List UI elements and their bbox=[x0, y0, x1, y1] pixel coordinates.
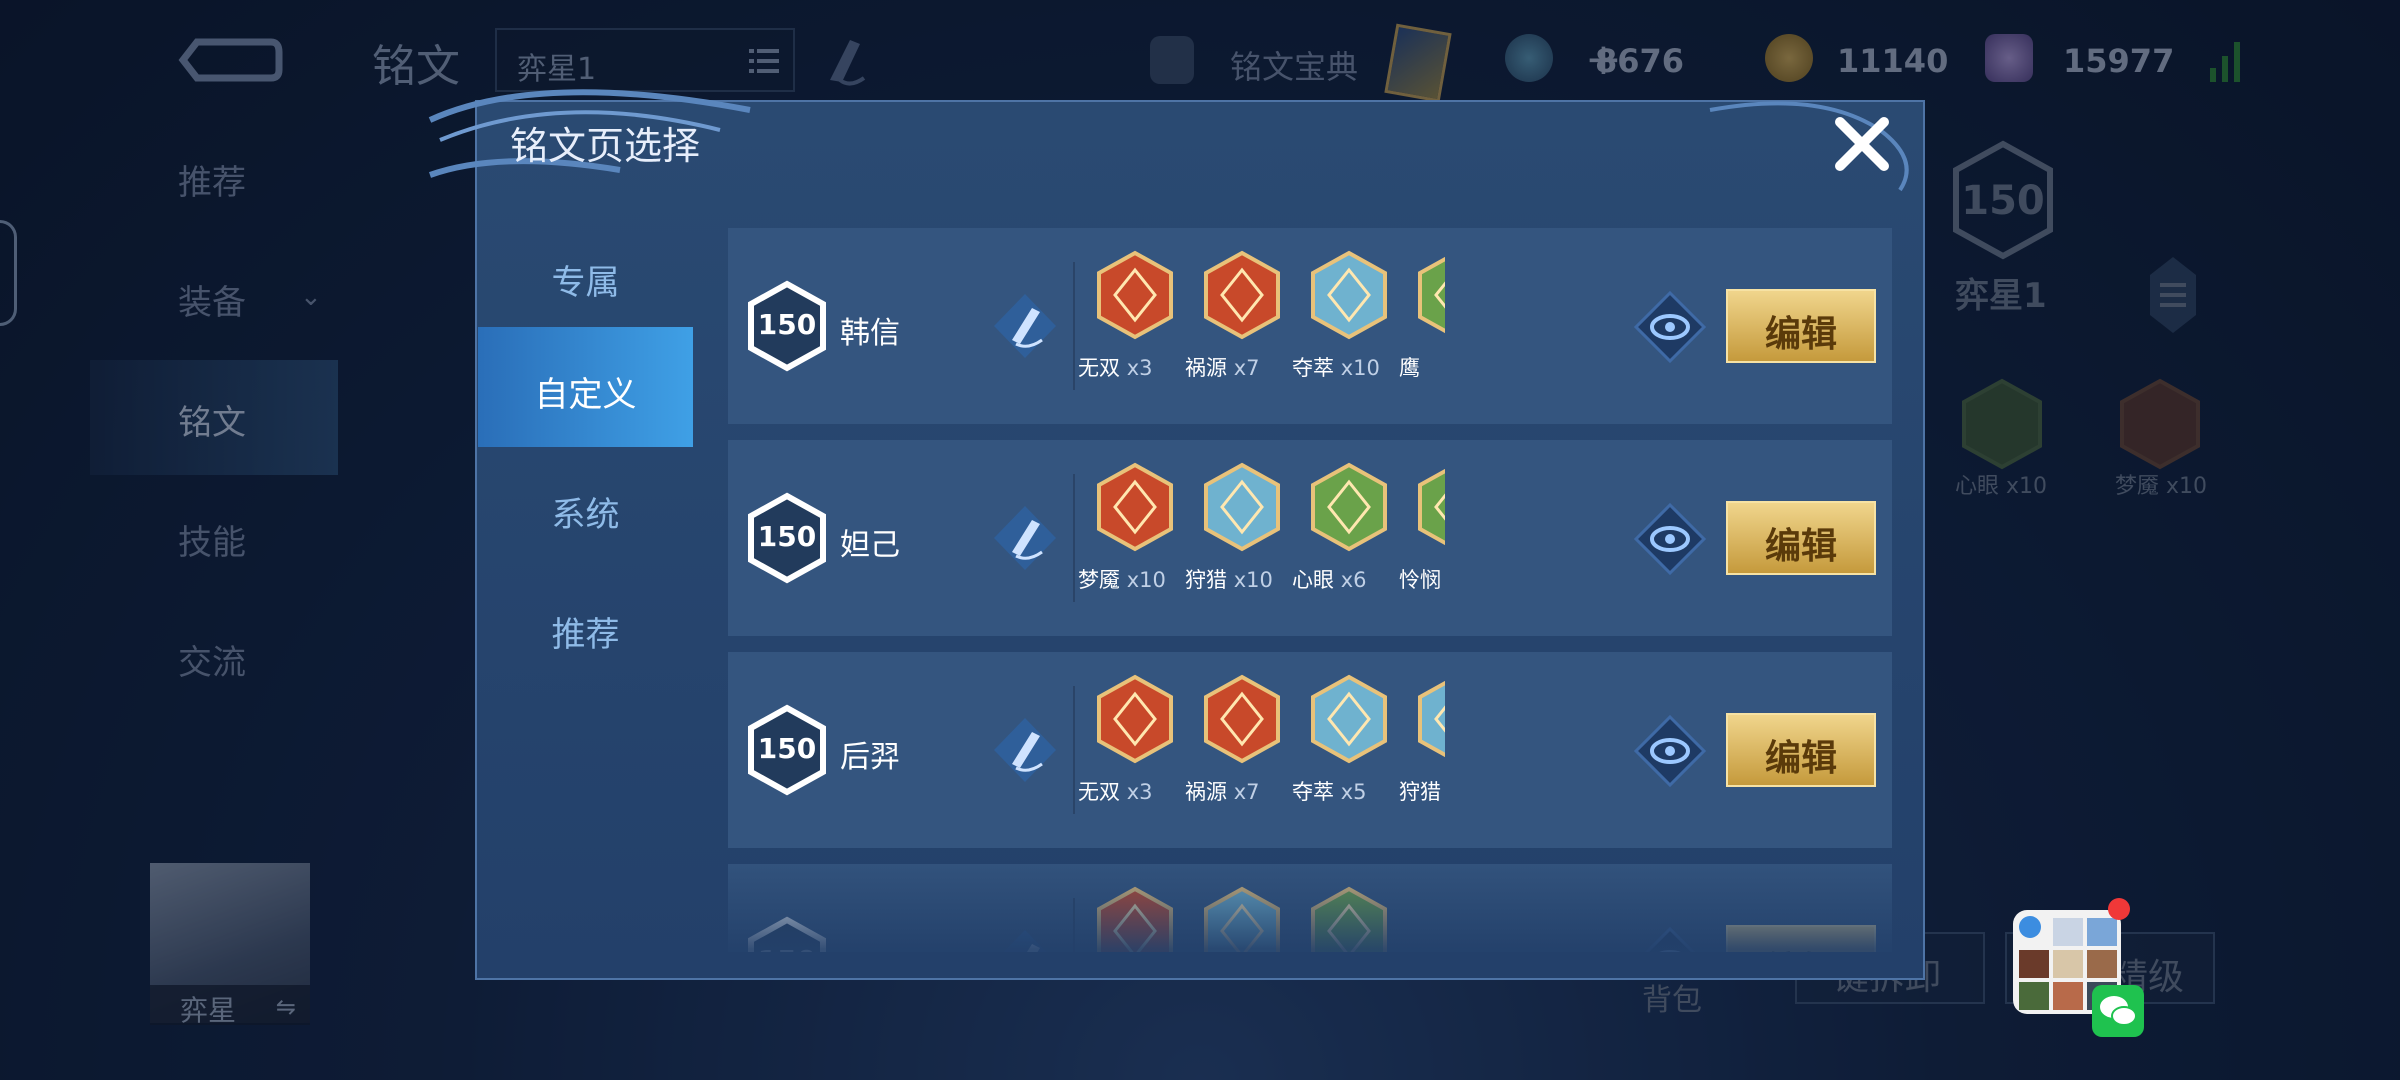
tab-label: 推荐 bbox=[551, 615, 620, 655]
rune-icon bbox=[1311, 674, 1387, 764]
rune-page-row[interactable]: 150 后羿 无双 x3 祸源 x7 夺萃 x5 狩猎 编辑 bbox=[728, 652, 1892, 848]
rune-count: x10 bbox=[1340, 356, 1380, 380]
dialog-tabs: 专属 自定义 系统 推荐 bbox=[478, 215, 693, 975]
rune-label: 鹰 bbox=[1399, 352, 1445, 382]
notification-dot bbox=[2108, 898, 2130, 920]
rune-name: 心眼 bbox=[1292, 568, 1334, 592]
rune-icon bbox=[1097, 250, 1173, 340]
dialog-title: 铭文页选择 bbox=[510, 124, 701, 168]
rune-item[interactable]: 无双 x3 bbox=[1078, 250, 1188, 400]
row-divider bbox=[1073, 262, 1075, 390]
edit-button[interactable]: 编辑 bbox=[1726, 289, 1876, 363]
level-value: 150 bbox=[757, 520, 817, 553]
list-fade bbox=[728, 850, 1892, 960]
rune-name: 夺萃 bbox=[1292, 780, 1334, 804]
rune-name: 祸源 bbox=[1185, 356, 1227, 380]
rune-icon bbox=[1418, 680, 1445, 758]
brush-icon[interactable] bbox=[990, 714, 1060, 786]
rune-count: x10 bbox=[1126, 568, 1166, 592]
level-badge: 150 bbox=[746, 492, 828, 584]
tab-label: 系统 bbox=[551, 495, 620, 535]
rune-icon bbox=[1418, 256, 1445, 334]
tab-system[interactable]: 系统 bbox=[478, 447, 693, 567]
row-divider bbox=[1073, 686, 1075, 814]
rune-name: 怜悯 bbox=[1399, 568, 1441, 592]
rune-name: 梦魇 bbox=[1078, 568, 1120, 592]
rune-item[interactable]: 心眼 x6 bbox=[1292, 462, 1402, 612]
level-badge: 150 bbox=[746, 280, 828, 372]
rune-count: x10 bbox=[1233, 568, 1273, 592]
rune-count: x6 bbox=[1340, 568, 1367, 592]
rune-item[interactable]: 狩猎 x10 bbox=[1185, 462, 1295, 612]
edit-label: 编辑 bbox=[1764, 738, 1837, 779]
rune-label: 狩猎 bbox=[1399, 776, 1445, 806]
rune-icon bbox=[1311, 250, 1387, 340]
level-value: 150 bbox=[757, 732, 817, 765]
level-value: 150 bbox=[757, 308, 817, 341]
rune-item[interactable]: 无双 x3 bbox=[1078, 674, 1188, 824]
edit-button[interactable]: 编辑 bbox=[1726, 713, 1876, 787]
rune-item[interactable]: 夺萃 x5 bbox=[1292, 674, 1402, 824]
rune-count: x5 bbox=[1340, 780, 1367, 804]
rune-icon bbox=[1097, 674, 1173, 764]
rune-name: 狩猎 bbox=[1185, 568, 1227, 592]
rune-item[interactable]: 狩猎 bbox=[1399, 674, 1445, 824]
tab-label: 专属 bbox=[551, 263, 620, 303]
tab-exclusive[interactable]: 专属 bbox=[478, 215, 693, 335]
eye-icon[interactable] bbox=[1633, 502, 1707, 576]
rune-item[interactable]: 祸源 x7 bbox=[1185, 674, 1295, 824]
brush-icon[interactable] bbox=[990, 290, 1060, 362]
corner-ornament bbox=[1709, 101, 1909, 192]
hero-name: 后羿 bbox=[840, 740, 900, 775]
edit-label: 编辑 bbox=[1764, 314, 1837, 355]
rune-page-row[interactable]: 150 韩信 无双 x3 祸源 x7 夺萃 x10 鹰 编辑 bbox=[728, 228, 1892, 424]
rune-list: 无双 x3 祸源 x7 夺萃 x5 狩猎 bbox=[1078, 674, 1445, 824]
rune-label: 怜悯 bbox=[1399, 564, 1445, 594]
tab-custom[interactable]: 自定义 bbox=[478, 327, 693, 447]
close-button[interactable] bbox=[1830, 112, 1894, 176]
rune-list: 无双 x3 祸源 x7 夺萃 x10 鹰 bbox=[1078, 250, 1445, 400]
rune-item[interactable]: 梦魇 x10 bbox=[1078, 462, 1188, 612]
tab-label: 自定义 bbox=[534, 375, 637, 415]
eye-icon[interactable] bbox=[1633, 290, 1707, 364]
eye-icon[interactable] bbox=[1633, 714, 1707, 788]
rune-item[interactable]: 怜悯 bbox=[1399, 462, 1445, 612]
close-icon bbox=[1835, 117, 1889, 171]
wechat-icon[interactable] bbox=[2092, 985, 2144, 1037]
level-badge: 150 bbox=[746, 704, 828, 796]
rune-icon bbox=[1311, 462, 1387, 552]
rune-item[interactable]: 祸源 x7 bbox=[1185, 250, 1295, 400]
rune-item[interactable]: 夺萃 x10 bbox=[1292, 250, 1402, 400]
rune-item[interactable]: 鹰 bbox=[1399, 250, 1445, 400]
rune-page-row[interactable]: 150 妲己 梦魇 x10 狩猎 x10 心眼 x6 怜悯 编辑 bbox=[728, 440, 1892, 636]
rune-name: 鹰 bbox=[1399, 356, 1420, 380]
rune-name: 夺萃 bbox=[1292, 356, 1334, 380]
edit-button[interactable]: 编辑 bbox=[1726, 501, 1876, 575]
rune-icon bbox=[1204, 250, 1280, 340]
rune-count: x3 bbox=[1126, 780, 1153, 804]
rune-name: 祸源 bbox=[1185, 780, 1227, 804]
rune-page-list[interactable]: 150 韩信 无双 x3 祸源 x7 夺萃 x10 鹰 编辑 150 妲己 梦魇 x10 狩猎 x… bbox=[728, 228, 1892, 952]
brush-icon[interactable] bbox=[990, 502, 1060, 574]
rune-count: x7 bbox=[1233, 356, 1260, 380]
row-divider bbox=[1073, 474, 1075, 602]
rune-icon bbox=[1204, 462, 1280, 552]
rune-count: x7 bbox=[1233, 780, 1260, 804]
hero-name: 韩信 bbox=[840, 316, 900, 351]
edit-label: 编辑 bbox=[1764, 526, 1837, 567]
hero-name: 妲己 bbox=[840, 528, 900, 563]
rune-name: 狩猎 bbox=[1399, 780, 1441, 804]
rune-icon bbox=[1418, 468, 1445, 546]
rune-icon bbox=[1097, 462, 1173, 552]
rune-name: 无双 bbox=[1078, 356, 1120, 380]
rune-list: 梦魇 x10 狩猎 x10 心眼 x6 怜悯 bbox=[1078, 462, 1445, 612]
rune-count: x3 bbox=[1126, 356, 1153, 380]
rune-icon bbox=[1204, 674, 1280, 764]
rune-name: 无双 bbox=[1078, 780, 1120, 804]
tab-recommend[interactable]: 推荐 bbox=[478, 567, 693, 687]
